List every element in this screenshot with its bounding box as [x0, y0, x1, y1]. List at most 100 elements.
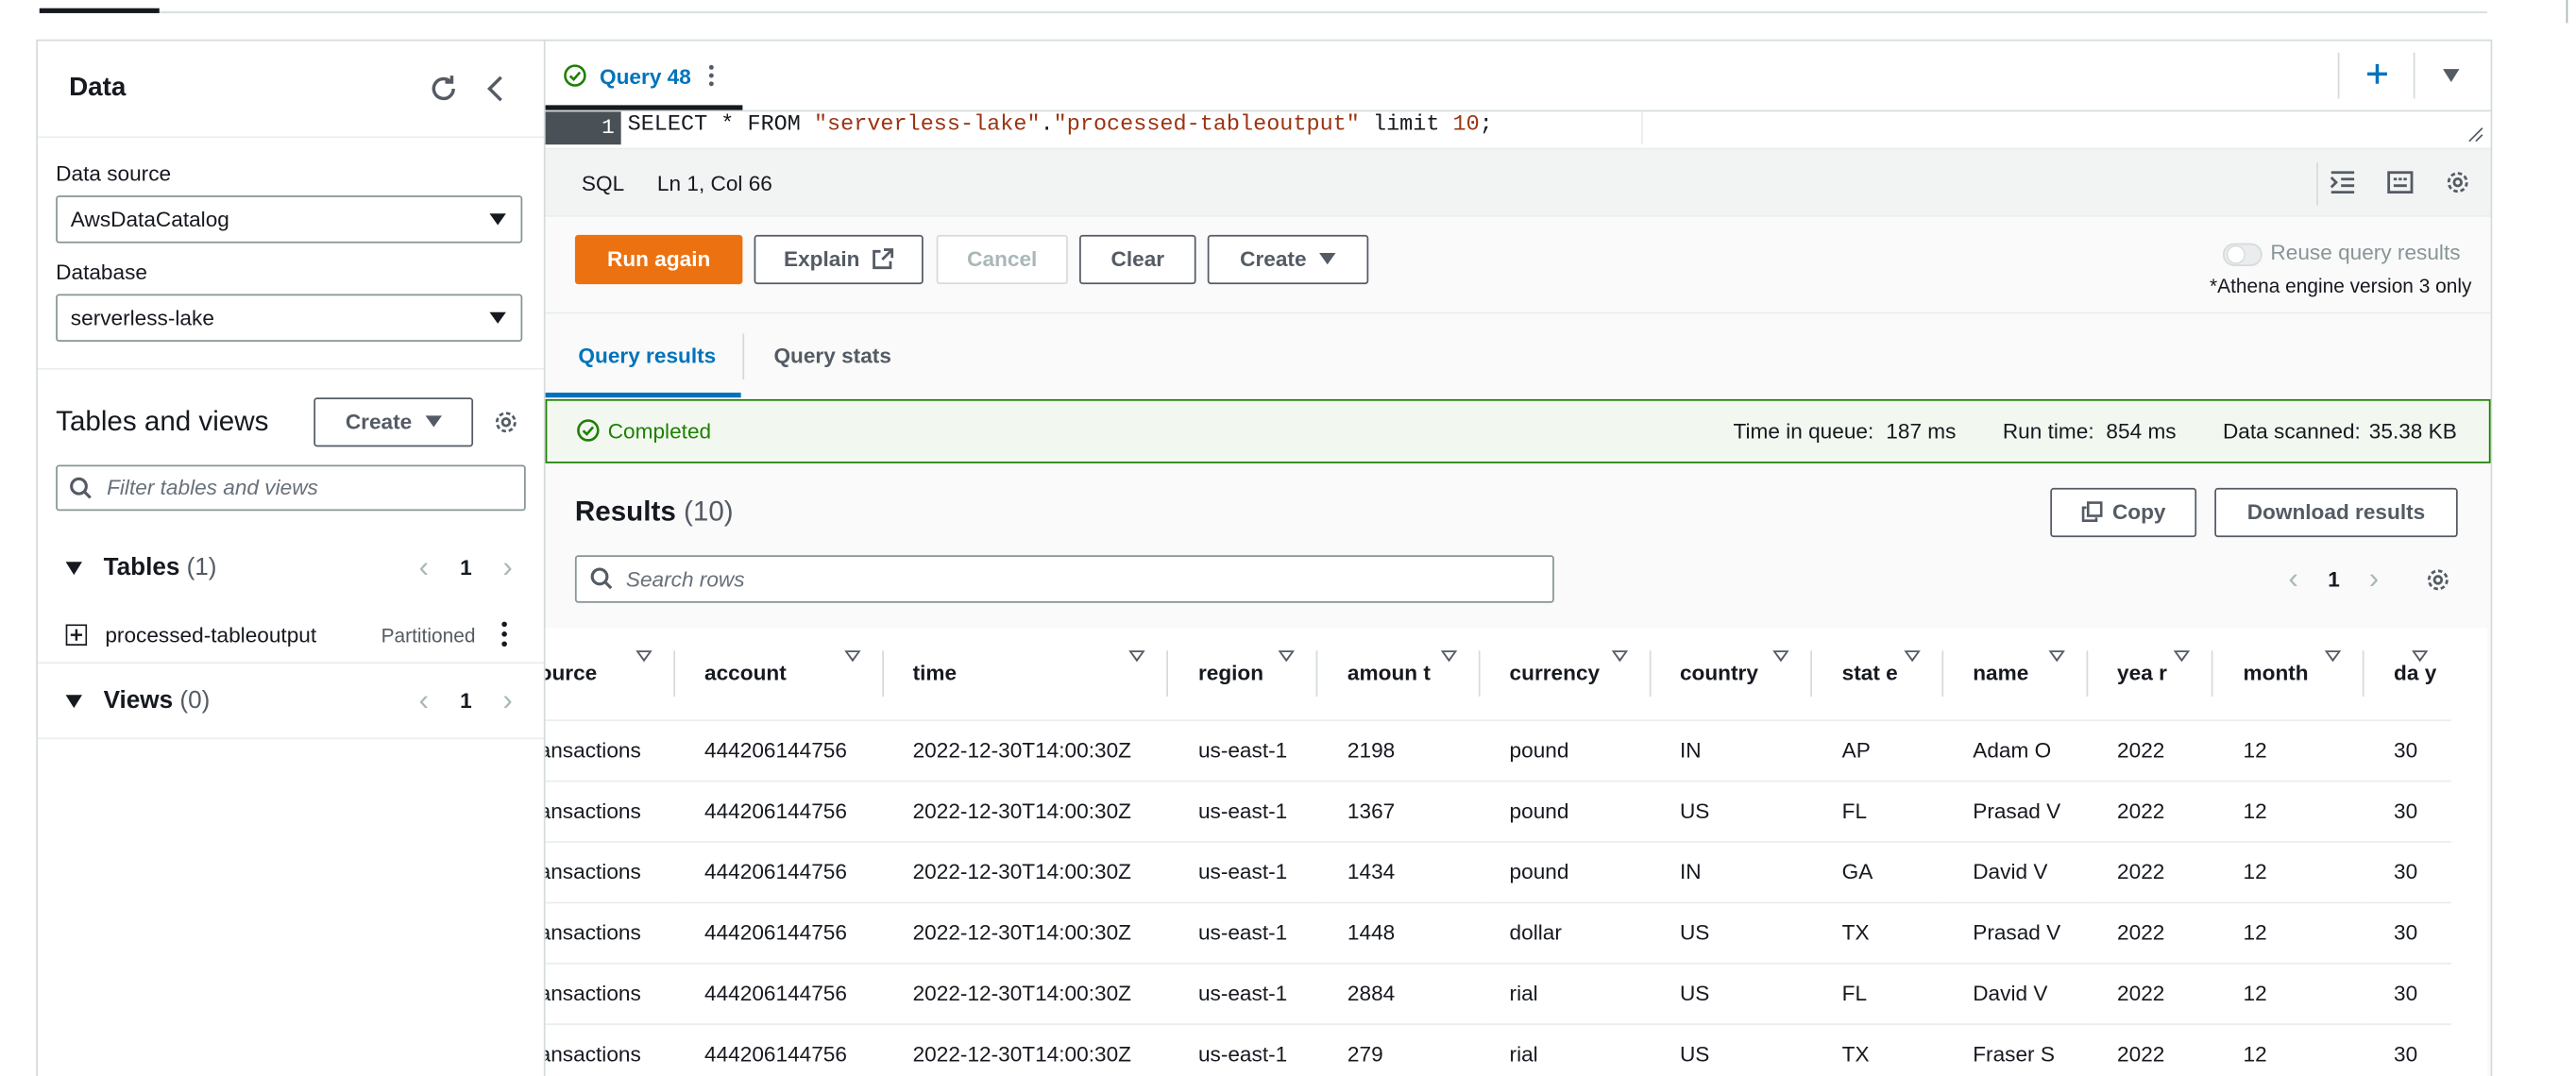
editor-settings-icon[interactable]: [2445, 169, 2471, 195]
tab-bar-divider: [2337, 52, 2340, 99]
results-title: Results (10): [575, 496, 734, 530]
more-actions-icon[interactable]: [501, 621, 508, 647]
column-header[interactable]: yea r: [2087, 627, 2214, 721]
tab-query-results[interactable]: Query results: [578, 344, 716, 368]
sort-icon[interactable]: [1440, 650, 1457, 663]
table-cell: ansactions: [545, 841, 675, 903]
column-header[interactable]: account: [674, 627, 884, 721]
table-cell: IN: [1650, 719, 1813, 782]
sort-icon[interactable]: [843, 650, 860, 663]
settings-gear-icon[interactable]: [493, 409, 519, 435]
column-header-label: country: [1679, 661, 1758, 686]
sort-icon[interactable]: [2412, 650, 2429, 663]
copy-results-button[interactable]: Copy: [2050, 487, 2197, 538]
tab-query-stats[interactable]: Query stats: [773, 344, 890, 368]
resize-handle-icon[interactable]: [2467, 126, 2483, 143]
database-label: Database: [56, 259, 147, 285]
results-page-number[interactable]: 1: [2328, 566, 2340, 591]
results-tabs: Query results Query stats: [545, 313, 2491, 401]
table-cell: ansactions: [545, 962, 675, 1025]
clear-button[interactable]: Clear: [1079, 234, 1196, 285]
panel-divider: [38, 662, 546, 664]
create-table-button[interactable]: Create: [314, 397, 474, 447]
query-tab-label[interactable]: Query 48: [600, 64, 691, 89]
column-header[interactable]: stat e: [1812, 627, 1943, 721]
tables-page-number[interactable]: 1: [460, 555, 472, 580]
expand-tables-icon[interactable]: [65, 562, 82, 576]
sql-token: *: [707, 113, 748, 139]
table-preferences-icon[interactable]: [2425, 566, 2451, 593]
previous-page-icon[interactable]: ‹: [2289, 563, 2298, 593]
table-cell: 444206144756: [674, 962, 884, 1025]
reuse-results-toggle[interactable]: [2222, 243, 2262, 266]
column-header[interactable]: amoun t: [1317, 627, 1481, 721]
column-header-label: yea r: [2117, 661, 2167, 686]
sort-icon[interactable]: [1772, 650, 1789, 663]
column-header[interactable]: month: [2213, 627, 2364, 721]
sort-icon[interactable]: [1128, 650, 1146, 663]
collapse-panel-icon[interactable]: [484, 74, 507, 103]
sort-icon[interactable]: [635, 650, 652, 663]
top-divider: [39, 11, 2488, 13]
tables-group-title[interactable]: Tables (1): [104, 554, 217, 582]
run-again-button[interactable]: Run again: [574, 234, 743, 285]
query-status-text: Completed: [607, 418, 712, 444]
next-page-icon[interactable]: ›: [502, 685, 512, 715]
search-rows-input[interactable]: Search rows: [574, 555, 1554, 603]
next-page-icon[interactable]: ›: [2369, 563, 2379, 593]
copy-results-label: Copy: [2111, 499, 2166, 525]
next-page-icon[interactable]: ›: [502, 552, 512, 581]
format-query-icon[interactable]: [2330, 171, 2356, 194]
sql-editor[interactable]: 1 SELECT * FROM "serverless-lake"."proce…: [545, 111, 2491, 150]
table-cell: ansactions: [545, 719, 675, 782]
tab-divider: [742, 333, 745, 380]
external-link-icon: [873, 248, 894, 270]
table-item-name[interactable]: processed-tableoutput: [105, 623, 316, 647]
database-select[interactable]: serverless-lake: [56, 294, 523, 343]
previous-page-icon[interactable]: ‹: [419, 552, 429, 581]
sort-icon[interactable]: [2174, 650, 2191, 663]
views-group-title[interactable]: Views (0): [104, 687, 211, 715]
cursor-position: Ln 1, Col 66: [656, 171, 772, 196]
expand-table-icon[interactable]: [65, 624, 88, 647]
table-cell: 30: [2364, 719, 2451, 782]
sort-icon[interactable]: [2324, 650, 2342, 663]
expand-views-icon[interactable]: [65, 695, 82, 709]
table-cell: 30: [2364, 841, 2451, 903]
sort-icon[interactable]: [1904, 650, 1921, 663]
column-header-label: region: [1197, 661, 1264, 686]
sort-icon[interactable]: [1278, 650, 1296, 663]
column-header[interactable]: region: [1168, 627, 1318, 721]
sort-icon[interactable]: [1610, 650, 1628, 663]
download-results-button[interactable]: Download results: [2214, 487, 2458, 538]
query-status-bar: Completed Time in queue: 187 ms Run time…: [545, 398, 2491, 463]
previous-page-icon[interactable]: ‹: [419, 685, 429, 715]
refresh-icon[interactable]: [429, 74, 458, 103]
table-cell: rial: [1480, 962, 1651, 1025]
tab-menu-icon[interactable]: [708, 64, 715, 87]
column-header[interactable]: da y: [2364, 627, 2451, 721]
column-header[interactable]: currency: [1480, 627, 1651, 721]
sort-icon[interactable]: [2047, 650, 2065, 663]
filter-tables-input[interactable]: Filter tables and views: [56, 464, 526, 512]
create-table-button-label: Create: [345, 409, 413, 434]
add-query-tab-icon[interactable]: [2365, 62, 2388, 85]
status-divider: [2316, 162, 2318, 206]
table-cell: 444206144756: [674, 719, 884, 782]
tab-list-dropdown-icon[interactable]: [2443, 69, 2460, 83]
column-header[interactable]: country: [1650, 627, 1813, 721]
table-cell: pound: [1480, 780, 1651, 843]
column-header[interactable]: ource: [545, 627, 675, 721]
column-header[interactable]: name: [1942, 627, 2088, 721]
table-cell: FL: [1812, 780, 1943, 843]
table-cell: 12: [2213, 901, 2364, 964]
table-cell: Prasad V: [1942, 780, 2088, 843]
create-menu-button[interactable]: Create: [1207, 234, 1369, 285]
keyboard-shortcuts-icon[interactable]: [2387, 171, 2414, 194]
data-source-select[interactable]: AwsDataCatalog: [56, 195, 523, 244]
explain-button[interactable]: Explain: [754, 234, 924, 285]
sql-query-text[interactable]: SELECT * FROM "serverless-lake"."process…: [628, 113, 1493, 138]
panel-divider: [38, 367, 546, 370]
column-header[interactable]: time: [883, 627, 1169, 721]
views-page-number[interactable]: 1: [460, 688, 472, 713]
